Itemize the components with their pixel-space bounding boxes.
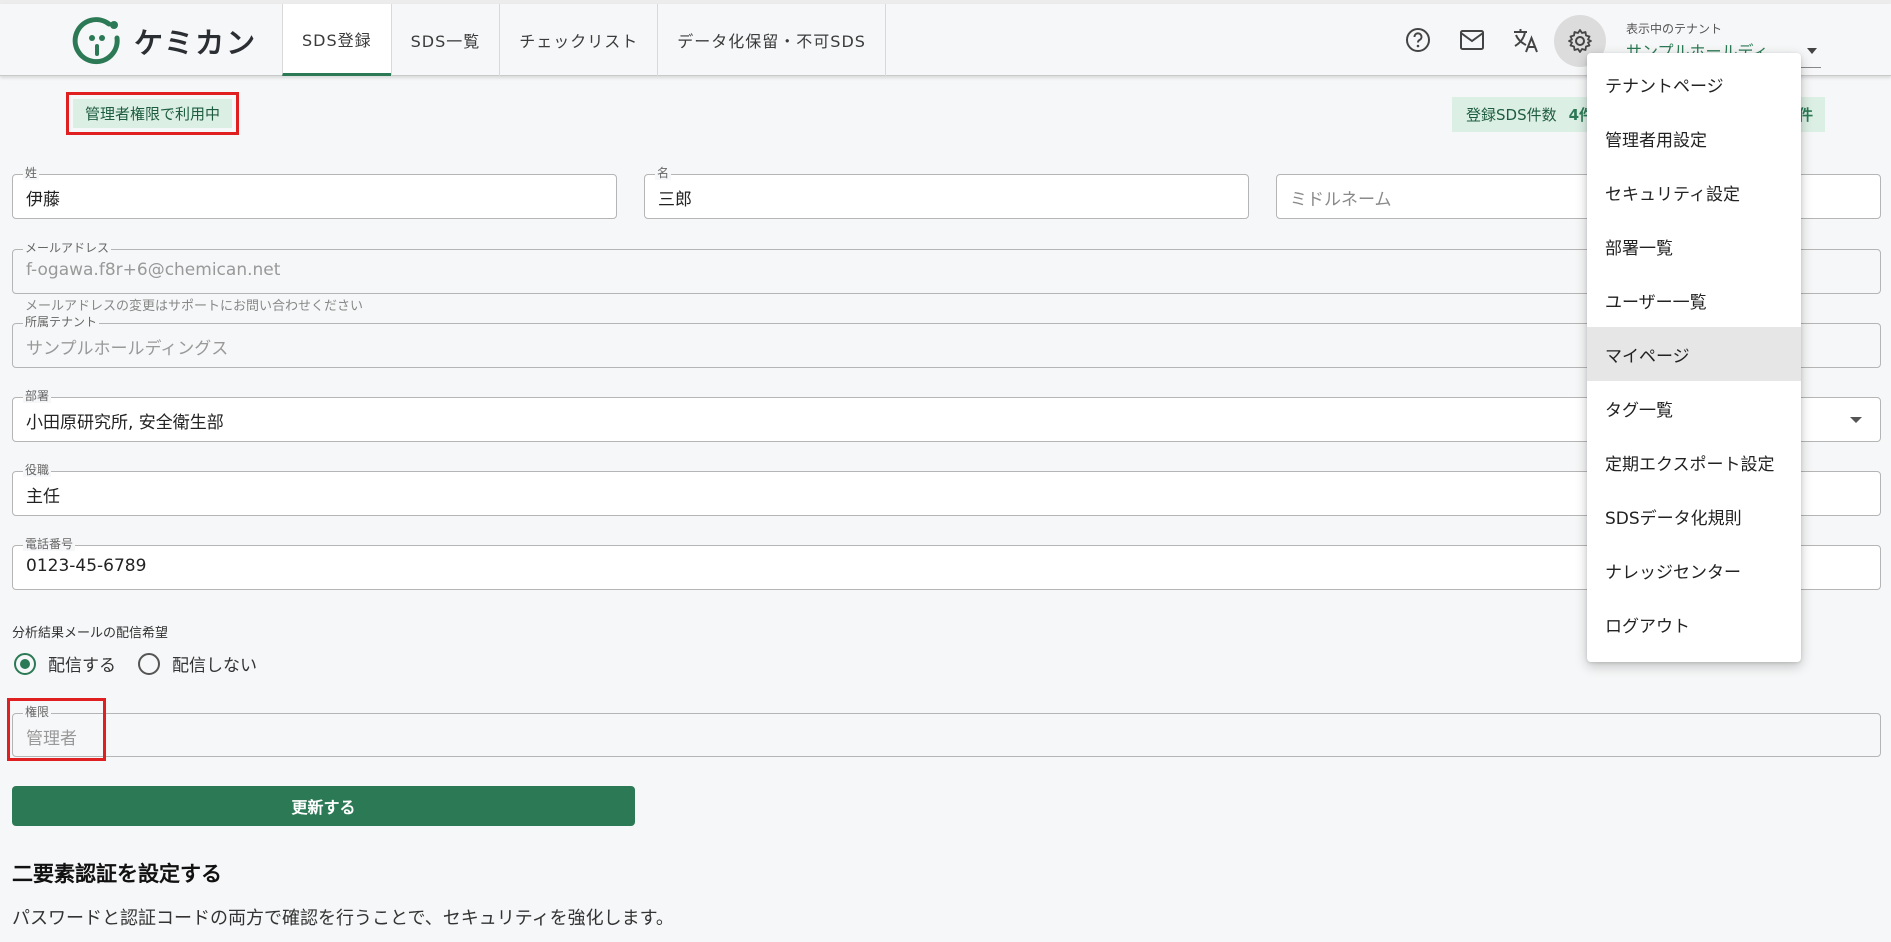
position-value: 主任 [26,487,60,507]
position-label: 役職 [23,463,52,477]
permission-field: 権限 管理者 [12,705,1881,757]
menu-item-tags[interactable]: タグ一覧 [1587,381,1801,435]
mail-icon[interactable] [1456,24,1488,56]
menu-item-security-settings[interactable]: セキュリティ設定 [1587,165,1801,219]
email-label: メールアドレス [23,241,112,255]
tab-checklist[interactable]: チェックリスト [499,4,657,76]
admin-mode-badge: 管理者権限で利用中 [66,92,239,135]
tenant-caption: 表示中のテナント [1626,22,1723,36]
admin-mode-text: 管理者権限で利用中 [73,99,232,128]
two-factor-heading: 二要素認証を設定する [12,862,222,886]
menu-item-sds-rules[interactable]: SDSデータ化規則 [1587,489,1801,543]
phone-label: 電話番号 [23,537,76,551]
update-button[interactable]: 更新する [12,786,635,826]
menu-item-knowledge-center[interactable]: ナレッジセンター [1587,543,1801,597]
menu-item-departments[interactable]: 部署一覧 [1587,219,1801,273]
tenant-label: 所属テナント [23,315,100,329]
mail-pref-radio-group: 配信する 配信しない [14,651,279,676]
last-name-field[interactable]: 姓 伊藤 [12,166,617,219]
phone-value: 0123-45-6789 [26,556,147,576]
menu-item-scheduled-export[interactable]: 定期エクスポート設定 [1587,435,1801,489]
tab-pending-sds[interactable]: データ化保留・不可SDS [657,4,886,76]
two-factor-description: パスワードと認証コードの両方で確認を行うことで、セキュリティを強化します。 [12,908,674,929]
radio-send-label[interactable]: 配信する [48,651,116,676]
radio-send[interactable] [14,652,36,675]
middle-name-placeholder: ミドルネーム [1290,190,1392,210]
main-tabs: SDS登録 SDS一覧 チェックリスト データ化保留・不可SDS [282,4,886,76]
menu-item-users[interactable]: ユーザー一覧 [1587,273,1801,327]
menu-item-my-page[interactable]: マイページ [1587,327,1801,381]
first-name-value: 三郎 [658,190,692,210]
tab-sds-register[interactable]: SDS登録 [282,4,391,76]
help-icon[interactable] [1402,24,1434,56]
settings-menu: テナントページ 管理者用設定 セキュリティ設定 部署一覧 ユーザー一覧 マイペー… [1587,53,1801,662]
menu-item-admin-settings[interactable]: 管理者用設定 [1587,111,1801,165]
tenant-value-field: サンプルホールディングス [26,339,229,359]
last-name-label: 姓 [23,166,40,180]
menu-item-tenant-page[interactable]: テナントページ [1587,57,1801,111]
mail-pref-label: 分析結果メールの配信希望 [12,626,169,641]
first-name-label: 名 [655,166,672,180]
gear-icon [1568,29,1592,53]
department-value: 小田原研究所, 安全衛生部 [26,413,224,433]
logo-text: ケミカン [134,26,258,60]
logo[interactable]: ケミカン [72,16,257,66]
tab-sds-list[interactable]: SDS一覧 [390,4,500,76]
first-name-field[interactable]: 名 三郎 [644,166,1249,219]
logo-icon [72,17,120,65]
radio-no-send[interactable] [138,652,160,675]
menu-item-logout[interactable]: ログアウト [1587,597,1801,651]
email-value: f-ogawa.f8r+6@chemican.net [26,260,281,280]
last-name-value: 伊藤 [26,190,60,210]
chevron-down-icon [1807,48,1817,54]
sds-count-label: 登録SDS件数 [1466,106,1557,124]
email-helper-text: メールアドレスの変更はサポートにお問い合わせください [25,299,364,314]
translate-icon[interactable] [1510,24,1542,56]
department-label: 部署 [23,389,52,403]
permission-highlight [7,698,106,761]
radio-no-send-label[interactable]: 配信しない [172,651,257,676]
chevron-down-icon [1850,417,1862,423]
